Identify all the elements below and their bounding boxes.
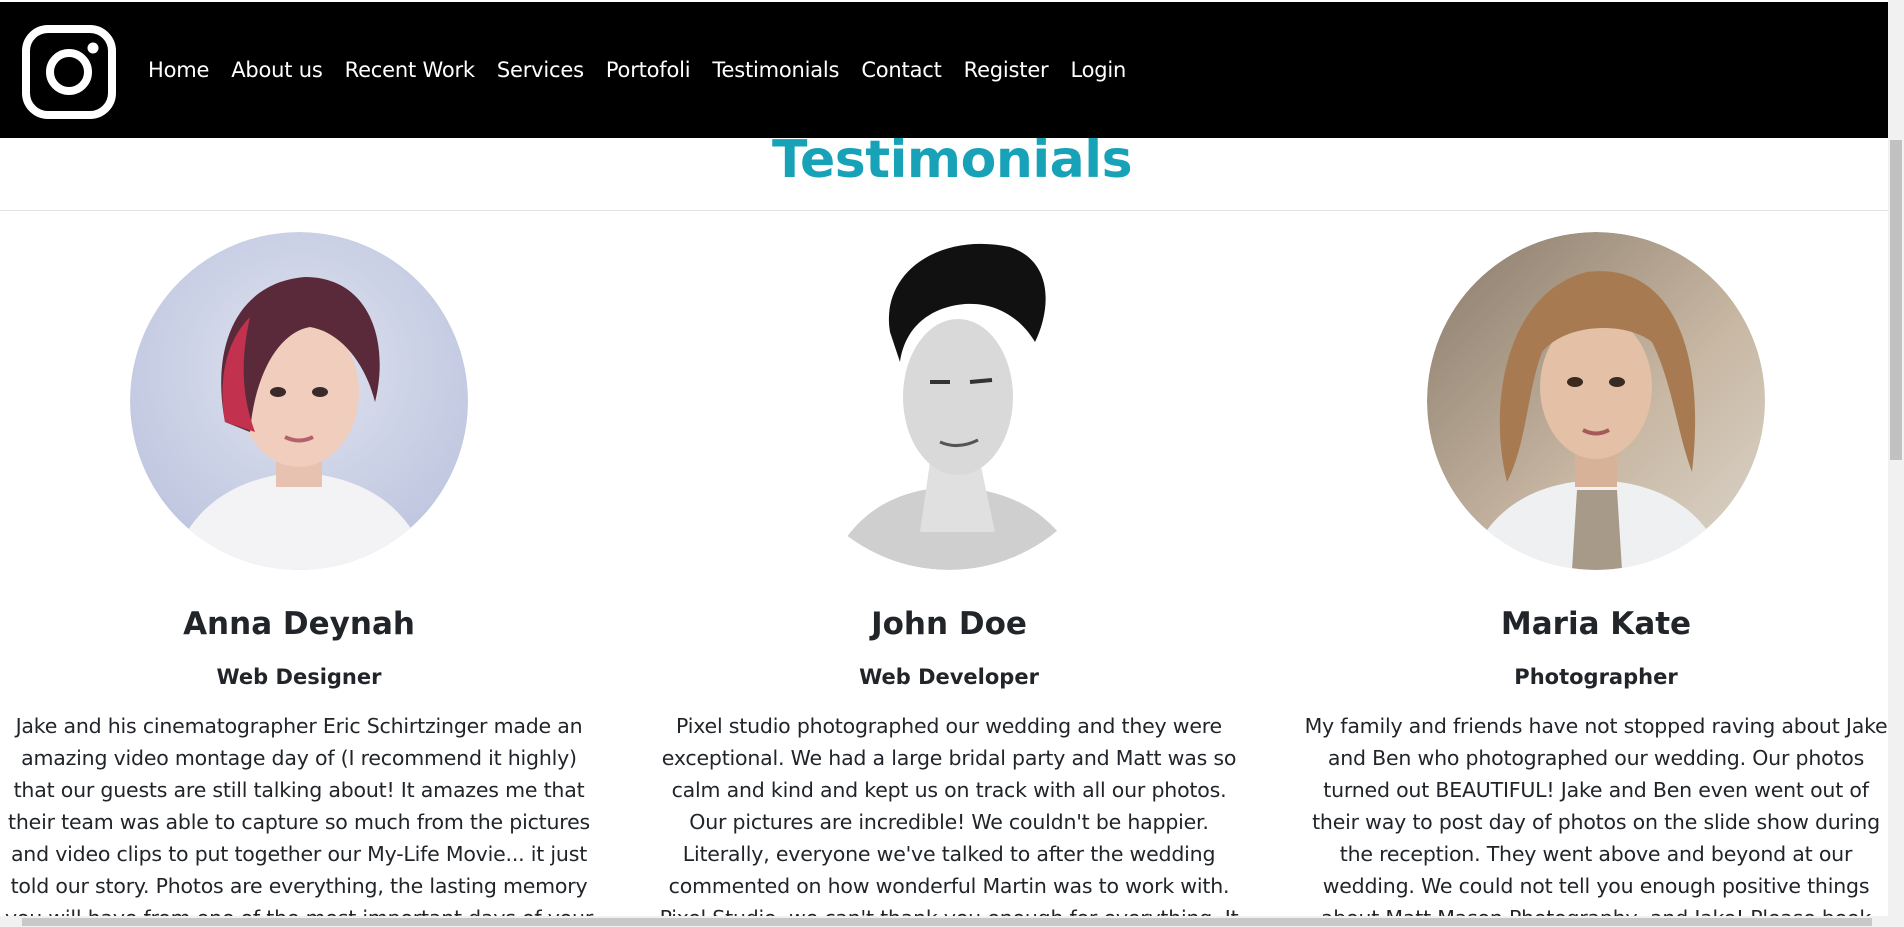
nav-link-register[interactable]: Register — [964, 58, 1049, 82]
testimonial-name: Anna Deynah — [183, 606, 415, 642]
avatar-photo — [130, 232, 468, 570]
testimonial-role: Web Designer — [216, 665, 382, 689]
testimonial-quote: Jake and his cinematographer Eric Schirt… — [5, 714, 593, 927]
nav-link-portofoli[interactable]: Portofoli — [606, 58, 691, 82]
top-navbar: Home About us Recent Work Services Porto… — [0, 2, 1904, 138]
nav-links: Home About us Recent Work Services Porto… — [148, 2, 1148, 138]
nav-link-login[interactable]: Login — [1071, 58, 1127, 82]
testimonial-quote: My family and friends have not stopped r… — [1304, 714, 1888, 927]
testimonial-card: Maria Kate Photographer My family and fr… — [1272, 232, 1904, 927]
testimonial-name: Maria Kate — [1500, 606, 1692, 642]
horizontal-scrollbar-thumb[interactable] — [22, 918, 1872, 926]
vertical-scrollbar[interactable] — [1888, 0, 1904, 927]
testimonial-card: John Doe Web Developer Pixel studio phot… — [625, 232, 1273, 927]
nav-link-about-us[interactable]: About us — [231, 58, 323, 82]
testimonial-quote: Pixel studio photographed our wedding an… — [660, 714, 1239, 927]
testimonial-role: Photographer — [1514, 665, 1678, 689]
testimonial-name: John Doe — [871, 606, 1027, 642]
nav-link-recent-work[interactable]: Recent Work — [345, 58, 475, 82]
nav-link-testimonials[interactable]: Testimonials — [712, 58, 839, 82]
section-divider — [0, 210, 1904, 211]
avatar-photo — [780, 232, 1118, 570]
testimonial-card: Anna Deynah Web Designer Jake and his ci… — [0, 232, 623, 927]
nav-link-home[interactable]: Home — [148, 58, 209, 82]
avatar-photo — [1427, 232, 1765, 570]
horizontal-scrollbar[interactable] — [0, 916, 1904, 927]
nav-link-services[interactable]: Services — [497, 58, 584, 82]
testimonials-page: Home About us Recent Work Services Porto… — [0, 0, 1904, 927]
instagram-icon[interactable] — [22, 25, 116, 119]
nav-link-contact[interactable]: Contact — [861, 58, 942, 82]
vertical-scrollbar-thumb[interactable] — [1890, 140, 1902, 460]
testimonial-role: Web Developer — [859, 665, 1039, 689]
